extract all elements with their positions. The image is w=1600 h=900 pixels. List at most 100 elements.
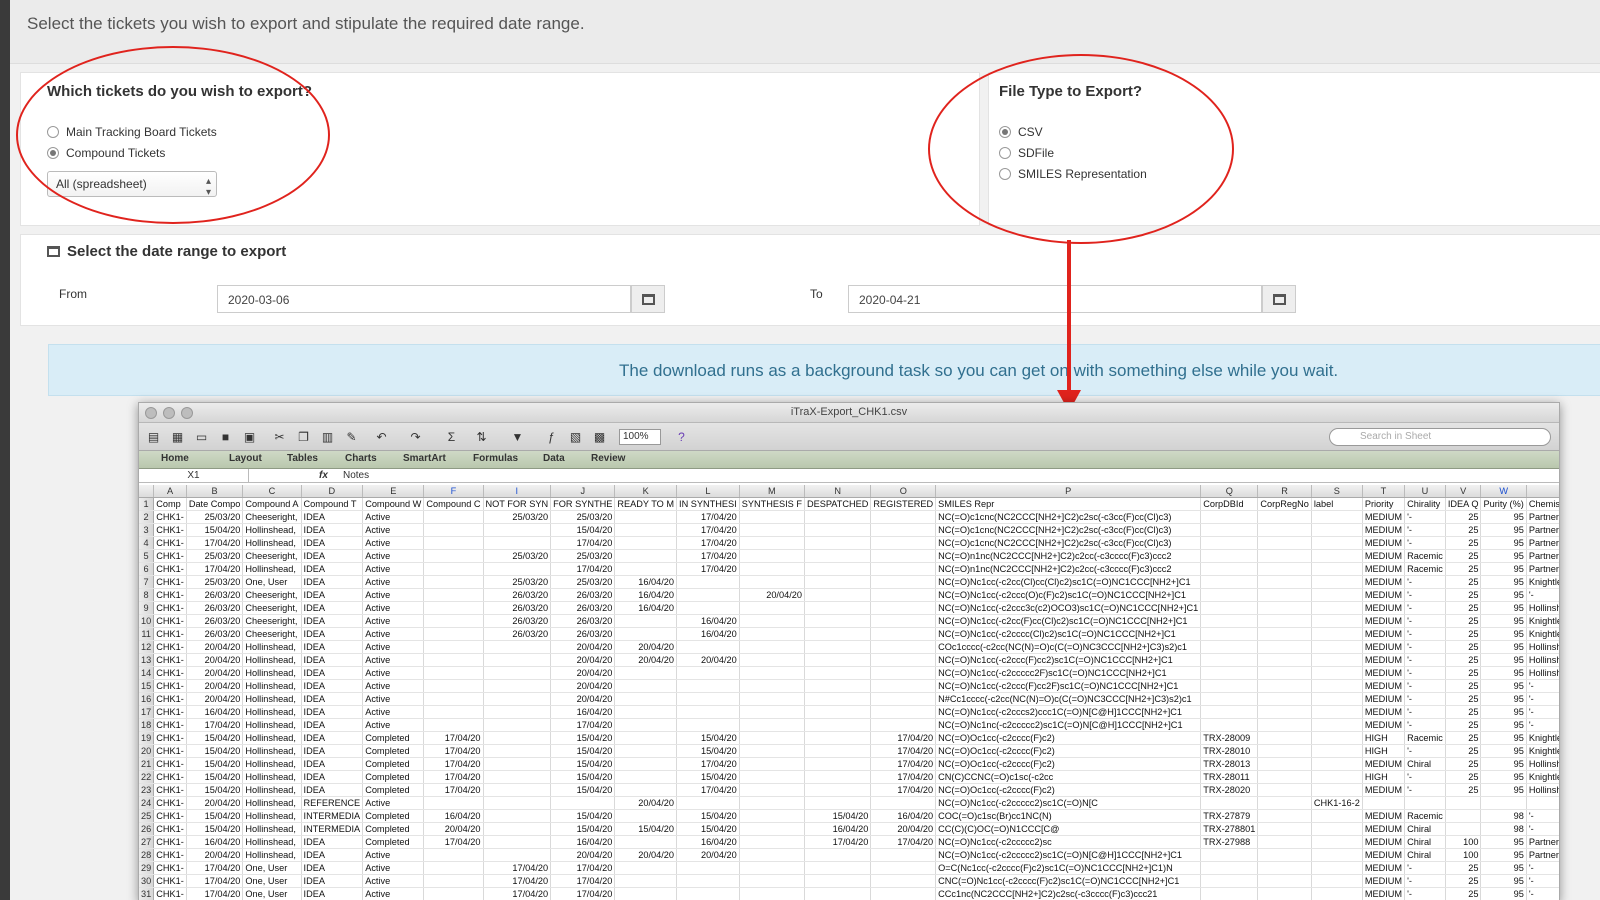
table-cell[interactable]: Hollinshead, (242, 679, 302, 694)
table-cell[interactable]: HIGH (1362, 744, 1406, 759)
table-cell[interactable]: 26/03/20 (186, 614, 244, 629)
table-cell[interactable]: Active (362, 549, 425, 564)
table-cell[interactable] (614, 835, 678, 850)
table-cell[interactable] (739, 614, 805, 629)
table-cell[interactable]: MEDIUM (1362, 575, 1406, 590)
table-cell[interactable] (739, 848, 805, 863)
column-header[interactable]: W (1480, 485, 1527, 499)
table-cell[interactable]: 16/04/20 (186, 705, 244, 720)
row-header[interactable]: 25 (139, 809, 155, 824)
table-cell[interactable] (676, 705, 740, 720)
table-cell[interactable]: Completed (362, 835, 425, 850)
table-cell[interactable] (1200, 536, 1259, 551)
table-cell[interactable] (739, 809, 805, 824)
table-cell[interactable]: 17/04/20 (423, 757, 484, 772)
table-cell[interactable]: 20/04/20 (186, 692, 244, 707)
table-cell[interactable]: 95 (1480, 640, 1527, 655)
table-cell[interactable]: One, User (242, 575, 302, 590)
sheet-search-input[interactable]: Search in Sheet (1329, 428, 1551, 446)
table-cell[interactable]: 26/03/20 (483, 601, 552, 616)
from-date-input[interactable]: 2020-03-06 (217, 285, 631, 313)
table-cell[interactable]: 17/04/20 (550, 874, 616, 889)
table-cell[interactable]: 25/03/20 (186, 575, 244, 590)
table-cell[interactable]: COc1cccc(-c2cc(NC(N)=O)c(C(=O)NC3CCC[NH2… (935, 640, 1202, 655)
table-cell[interactable] (1311, 822, 1363, 837)
table-cell[interactable]: MEDIUM (1362, 614, 1406, 629)
table-cell[interactable] (1311, 744, 1363, 759)
table-cell[interactable]: 17/04/20 (676, 562, 740, 577)
table-cell[interactable]: MEDIUM (1362, 510, 1406, 525)
table-cell[interactable]: 17/04/20 (186, 861, 244, 876)
table-cell[interactable]: 17/04/20 (423, 783, 484, 798)
table-cell[interactable]: NC(=O)Nc1cc(-c2ccc(O)c(F)c2)sc1C(=O)NC1C… (935, 588, 1202, 603)
table-cell[interactable] (1257, 692, 1312, 707)
row-header[interactable]: 18 (139, 718, 155, 733)
column-header[interactable]: P (935, 485, 1202, 499)
table-cell[interactable]: Completed (362, 731, 425, 746)
table-cell[interactable]: 20/04/20 (186, 679, 244, 694)
table-cell[interactable] (739, 510, 805, 525)
table-cell[interactable]: '- (1404, 770, 1446, 785)
table-cell[interactable]: Chiral (1404, 757, 1446, 772)
table-cell[interactable] (1362, 796, 1406, 811)
table-cell[interactable]: 25 (1445, 666, 1482, 681)
table-cell[interactable] (1445, 796, 1482, 811)
table-cell[interactable]: CHK1- (153, 666, 187, 681)
table-cell[interactable] (1257, 562, 1312, 577)
table-cell[interactable]: '- (1526, 705, 1559, 720)
table-cell[interactable]: 17/04/20 (186, 562, 244, 577)
row-header[interactable]: 29 (139, 861, 155, 876)
table-cell[interactable]: IDEA (301, 835, 364, 850)
table-cell[interactable]: MEDIUM (1362, 627, 1406, 642)
table-cell[interactable]: Active (362, 692, 425, 707)
table-cell[interactable]: 15/04/20 (186, 770, 244, 785)
table-cell[interactable]: 95 (1480, 536, 1527, 551)
table-cell[interactable] (423, 653, 484, 668)
table-cell[interactable] (804, 757, 872, 772)
save-icon[interactable]: ■ (217, 429, 234, 445)
table-cell[interactable] (614, 718, 678, 733)
table-cell[interactable]: CHK1- (153, 679, 187, 694)
table-cell[interactable]: IDEA (301, 757, 364, 772)
table-cell[interactable] (1257, 731, 1312, 746)
table-cell[interactable] (739, 692, 805, 707)
table-cell[interactable]: 17/04/20 (676, 510, 740, 525)
table-cell[interactable]: 95 (1480, 874, 1527, 889)
table-cell[interactable] (676, 861, 740, 876)
table-cell[interactable] (483, 796, 552, 811)
table-cell[interactable] (423, 575, 484, 590)
table-cell[interactable]: MEDIUM (1362, 835, 1406, 850)
table-cell[interactable]: 25/03/20 (550, 510, 616, 525)
table-cell[interactable]: 17/04/20 (676, 549, 740, 564)
table-cell[interactable] (1311, 783, 1363, 798)
gallery-icon[interactable]: ▦ (169, 429, 186, 445)
table-cell[interactable]: 15/04/20 (186, 809, 244, 824)
table-cell[interactable]: Chemist (1526, 497, 1559, 512)
table-cell[interactable]: IDEA (301, 536, 364, 551)
table-cell[interactable] (1200, 614, 1259, 629)
table-cell[interactable] (1257, 770, 1312, 785)
table-cell[interactable]: IDEA (301, 562, 364, 577)
table-cell[interactable] (1311, 653, 1363, 668)
table-cell[interactable]: CHK1- (153, 809, 187, 824)
table-cell[interactable]: 25 (1445, 731, 1482, 746)
table-cell[interactable]: 17/04/20 (186, 536, 244, 551)
table-cell[interactable]: 25 (1445, 744, 1482, 759)
table-cell[interactable]: 20/04/20 (614, 653, 678, 668)
table-cell[interactable] (804, 588, 872, 603)
table-cell[interactable]: NC(=O)Nc1cc(-c2ccccc2)sc1C(=O)N[C@H]1CCC… (935, 848, 1202, 863)
table-cell[interactable]: 95 (1480, 835, 1527, 850)
table-cell[interactable] (870, 601, 937, 616)
table-cell[interactable]: Hollinshead, David (1526, 757, 1559, 772)
table-cell[interactable] (739, 640, 805, 655)
table-cell[interactable]: '- (1404, 575, 1446, 590)
table-cell[interactable]: 17/04/20 (804, 835, 872, 850)
table-cell[interactable]: '- (1526, 809, 1559, 824)
table-cell[interactable]: 98 (1480, 809, 1527, 824)
table-cell[interactable]: 25 (1445, 562, 1482, 577)
table-cell[interactable]: '- (1404, 601, 1446, 616)
table-cell[interactable]: NC(=O)Oc1cc(-c2cccc(F)c2) (935, 783, 1202, 798)
table-cell[interactable] (1200, 848, 1259, 863)
table-cell[interactable] (423, 887, 484, 900)
sort-icon[interactable]: ⇅ (473, 429, 490, 445)
